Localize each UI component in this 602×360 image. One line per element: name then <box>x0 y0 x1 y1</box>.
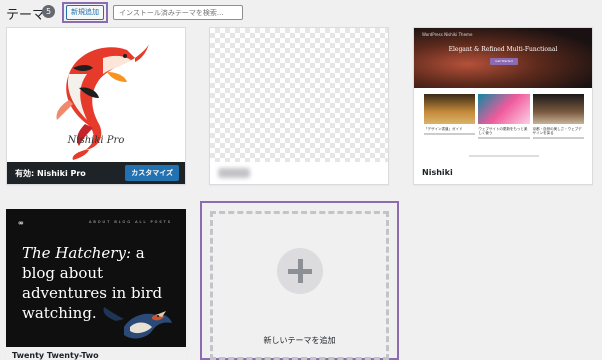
active-status-label: 有効: <box>15 169 35 178</box>
theme-screenshot[interactable]: WordPress Nishiki Theme Elegant & Refine… <box>414 28 592 164</box>
preview-caption: ウェブサイトの更新をもっと楽しく使う <box>478 127 530 139</box>
preview-thumbnail <box>478 94 530 124</box>
theme-name-blurred <box>218 168 250 178</box>
preview-site-nav: WordPress Nishiki Theme <box>422 32 473 37</box>
add-new-theme-button[interactable]: 新規追加 <box>66 5 104 20</box>
customize-button[interactable]: カスタマイズ <box>125 165 179 181</box>
theme-screenshot-placeholder[interactable] <box>210 28 388 164</box>
theme-count-badge: 5 <box>42 5 55 18</box>
theme-search-input[interactable] <box>113 5 243 20</box>
preview-hero-button: Get Started <box>490 58 518 65</box>
theme-name-bar: Twenty Twenty-Two <box>6 347 186 360</box>
theme-card-unnamed[interactable] <box>209 27 389 185</box>
theme-name: Twenty Twenty-Two <box>12 351 99 360</box>
preview-caption: 「デザイン書道」ガイド <box>424 127 476 139</box>
preview-footer <box>469 155 539 157</box>
preview-hero: WordPress Nishiki Theme Elegant & Refine… <box>414 28 592 88</box>
theme-card-nishiki[interactable]: WordPress Nishiki Theme Elegant & Refine… <box>413 27 593 185</box>
theme-name-bar: 有効: Nishiki Pro カスタマイズ <box>7 162 185 184</box>
preview-captions: 「デザイン書道」ガイド ウェブサイトの更新をもっと楽しく使う 京都・自然の美しさ… <box>424 127 584 139</box>
theme-name-bar: Nishiki <box>414 162 592 184</box>
preview-thumbnail <box>532 94 584 124</box>
theme-screenshot[interactable]: Nishiki Pro <box>7 28 185 164</box>
theme-screenshot[interactable]: ∞ ABOUT BLOG ALL POSTS The Hatchery: a b… <box>6 209 186 349</box>
theme-name-bar <box>210 162 388 184</box>
plus-icon[interactable] <box>277 248 323 294</box>
theme-name: Nishiki Pro <box>37 169 86 178</box>
theme-brand-text: Nishiki Pro <box>67 135 125 146</box>
theme-card-nishiki-pro[interactable]: Nishiki Pro 有効: Nishiki Pro カスタマイズ <box>6 27 186 185</box>
preview-caption: 京都・自然の美しさ・ウェブデザインを探る <box>532 127 584 139</box>
theme-card-twenty-twenty-two[interactable]: ∞ ABOUT BLOG ALL POSTS The Hatchery: a b… <box>6 209 186 360</box>
page-title: テーマ <box>6 8 46 23</box>
add-new-theme-label[interactable]: 新しいテーマを追加 <box>210 335 389 346</box>
preview-thumbnails <box>424 94 584 124</box>
bird-illustration <box>103 307 172 339</box>
theme-name: Nishiki <box>422 168 453 177</box>
preview-thumbnail <box>424 94 476 124</box>
preview-hero-title: Elegant & Refined Multi-Functional <box>448 46 558 53</box>
